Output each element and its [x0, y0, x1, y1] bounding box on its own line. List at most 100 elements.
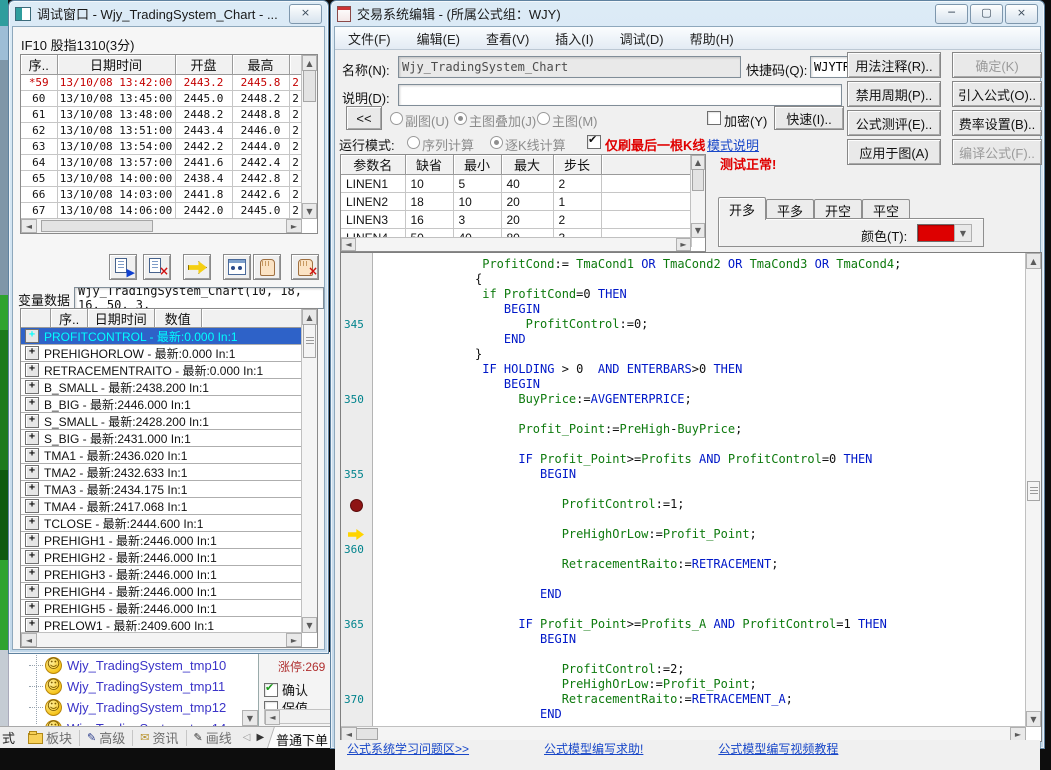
mode-help-link[interactable]: 模式说明 — [707, 135, 759, 154]
param-row[interactable]: LINEN1105402 — [341, 175, 691, 193]
var-row[interactable]: +PREHIGHORLOW - 最新:0.000 In:1 — [21, 345, 302, 362]
code-line[interactable]: END — [373, 707, 1026, 722]
gutter-row[interactable]: 360 — [341, 542, 372, 557]
order-tab-label[interactable]: 普通下单 — [276, 730, 328, 749]
code-line[interactable] — [373, 407, 1026, 422]
bar-column-header[interactable]: 最高 — [232, 55, 289, 75]
gutter-row[interactable] — [341, 257, 372, 272]
breakpoint-icon[interactable] — [350, 499, 363, 512]
var-column-header[interactable]: 数值 — [155, 309, 202, 328]
code-line[interactable]: } — [373, 347, 1026, 362]
gutter-row[interactable]: 355 — [341, 467, 372, 482]
encrypt-checkbox[interactable] — [707, 111, 721, 126]
bar-table-vscrollbar[interactable]: ▲ ▼ — [301, 55, 317, 219]
tree-item[interactable]: ☺Wjy_TradingSystem_tmp11 — [29, 676, 225, 696]
var-row[interactable]: +S_BIG - 最新:2431.000 In:1 — [21, 430, 302, 447]
expand-plus-icon[interactable]: + — [25, 346, 39, 360]
expand-plus-icon[interactable]: + — [25, 516, 39, 530]
expand-plus-icon[interactable]: + — [25, 482, 39, 496]
variable-list-vscrollbar[interactable]: ▲ ▼ — [301, 309, 317, 633]
code-line[interactable]: END — [373, 332, 1026, 347]
tree-item[interactable]: ☺Wjy_TradingSystem_tmp12 — [29, 697, 226, 717]
ok-button[interactable]: 确定(K) — [952, 52, 1042, 78]
gutter-row[interactable] — [341, 572, 372, 587]
var-column-header[interactable] — [202, 309, 302, 328]
code-line[interactable]: RetracementRaito:=RETRACEMENT; — [373, 557, 1026, 572]
code-line[interactable]: if ProfitCond=0 THEN — [373, 287, 1026, 302]
var-row[interactable]: +TCLOSE - 最新:2444.600 In:1 — [21, 515, 302, 532]
table-row[interactable]: 6613/10/08 14:03:002441.82442.62 — [21, 187, 302, 203]
expand-plus-icon[interactable]: + — [25, 329, 39, 343]
code-line[interactable]: BEGIN — [373, 377, 1026, 392]
var-column-header[interactable]: 序.. — [51, 309, 87, 328]
menu-item[interactable]: 文件(F) — [335, 29, 404, 48]
code-line[interactable]: BEGIN — [373, 302, 1026, 317]
tab-sectors[interactable]: 板块 — [21, 730, 80, 746]
var-row[interactable]: +PREHIGH2 - 最新:2446.000 In:1 — [21, 549, 302, 566]
param-column-header[interactable]: 参数名 — [341, 155, 405, 175]
code-line[interactable]: { — [373, 272, 1026, 287]
gutter-row[interactable] — [341, 347, 372, 362]
code-line[interactable]: ProfitControl:=0; — [373, 317, 1026, 332]
gutter-row[interactable] — [341, 272, 372, 287]
tree-item[interactable]: ☺Wjy_TradingSystem_tmp10 — [29, 655, 226, 675]
menu-item[interactable]: 帮助(H) — [677, 29, 747, 48]
gutter-row[interactable]: 345 — [341, 317, 372, 332]
code-line[interactable]: ProfitControl:=2; — [373, 662, 1026, 677]
param-row[interactable]: LINEN21810201 — [341, 193, 691, 211]
code-line[interactable] — [373, 572, 1026, 587]
break-hand-icon[interactable] — [253, 254, 281, 280]
expand-plus-icon[interactable]: + — [25, 431, 39, 445]
gutter-row[interactable] — [341, 362, 372, 377]
var-row[interactable]: +TMA4 - 最新:2417.068 In:1 — [21, 498, 302, 515]
code-line[interactable] — [373, 482, 1026, 497]
code-line[interactable]: ProfitCond:= TmaCond1 OR TmaCond2 OR Tma… — [373, 257, 1026, 272]
gutter-row[interactable] — [341, 632, 372, 647]
expand-plus-icon[interactable]: + — [25, 499, 39, 513]
stop-debug-icon[interactable]: × — [143, 254, 171, 280]
formula-name-input[interactable] — [398, 56, 741, 78]
import-formula-button[interactable]: 引入公式(O).. — [952, 81, 1042, 107]
bar-column-header[interactable]: 开盘 — [175, 55, 232, 75]
expand-plus-icon[interactable]: + — [25, 465, 39, 479]
quick-button[interactable]: 快速(I).. — [774, 106, 844, 130]
expand-plus-icon[interactable]: + — [25, 584, 39, 598]
gutter-row[interactable] — [341, 437, 372, 452]
table-row[interactable]: 6213/10/08 13:51:002443.42446.02 — [21, 123, 302, 139]
param-column-header[interactable] — [601, 155, 691, 175]
gutter-row[interactable] — [341, 452, 372, 467]
gutter-row[interactable]: 350 — [341, 392, 372, 407]
variables-window-icon[interactable] — [223, 254, 251, 280]
expand-plus-icon[interactable]: + — [25, 533, 39, 547]
variable-list-header[interactable]: 序..日期时间数值 — [21, 309, 302, 328]
code-hscrollbar[interactable]: ◄ ► — [341, 726, 1026, 741]
menu-item[interactable]: 查看(V) — [473, 29, 542, 48]
var-row[interactable]: +TMA1 - 最新:2436.020 In:1 — [21, 447, 302, 464]
continue-debug-icon[interactable]: ▶ — [109, 254, 137, 280]
var-row[interactable]: +PRELOW1 - 最新:2409.600 In:1 — [21, 617, 302, 633]
gutter-row[interactable] — [341, 587, 372, 602]
table-row[interactable]: 6513/10/08 14:00:002438.42442.82 — [21, 171, 302, 187]
formula-eval-button[interactable]: 公式测评(E).. — [847, 110, 941, 136]
fee-settings-button[interactable]: 费率设置(B).. — [952, 110, 1042, 136]
bar-table-header[interactable]: 序..日期时间开盘最高 — [21, 55, 302, 75]
clear-breakpoints-hand-icon[interactable]: × — [291, 254, 319, 280]
compile-button[interactable]: 编译公式(F).. — [952, 139, 1042, 165]
gutter-row[interactable] — [341, 407, 372, 422]
code-line[interactable]: ProfitControl:=1; — [373, 497, 1026, 512]
maximize-icon[interactable]: ▢ — [970, 4, 1003, 24]
var-row[interactable]: +PREHIGH3 - 最新:2446.000 In:1 — [21, 566, 302, 583]
expand-plus-icon[interactable]: + — [25, 380, 39, 394]
var-row[interactable]: +PROFITCONTROL - 最新:0.000 In:1 — [21, 328, 302, 345]
bar-column-header[interactable]: 日期时间 — [57, 55, 175, 75]
gutter-row[interactable] — [341, 422, 372, 437]
radio-series-calc[interactable] — [407, 135, 420, 150]
signal-tab-3[interactable]: 开空 — [814, 199, 862, 220]
var-column-header[interactable]: 日期时间 — [88, 309, 155, 328]
gutter-row[interactable]: 370 — [341, 692, 372, 707]
var-row[interactable]: +B_SMALL - 最新:2438.200 In:1 — [21, 379, 302, 396]
expand-plus-icon[interactable]: + — [25, 550, 39, 564]
minimize-icon[interactable]: ─ — [935, 4, 968, 24]
expand-plus-icon[interactable]: + — [25, 618, 39, 632]
bar-table-hscrollbar[interactable]: ◄ ► — [21, 218, 302, 233]
